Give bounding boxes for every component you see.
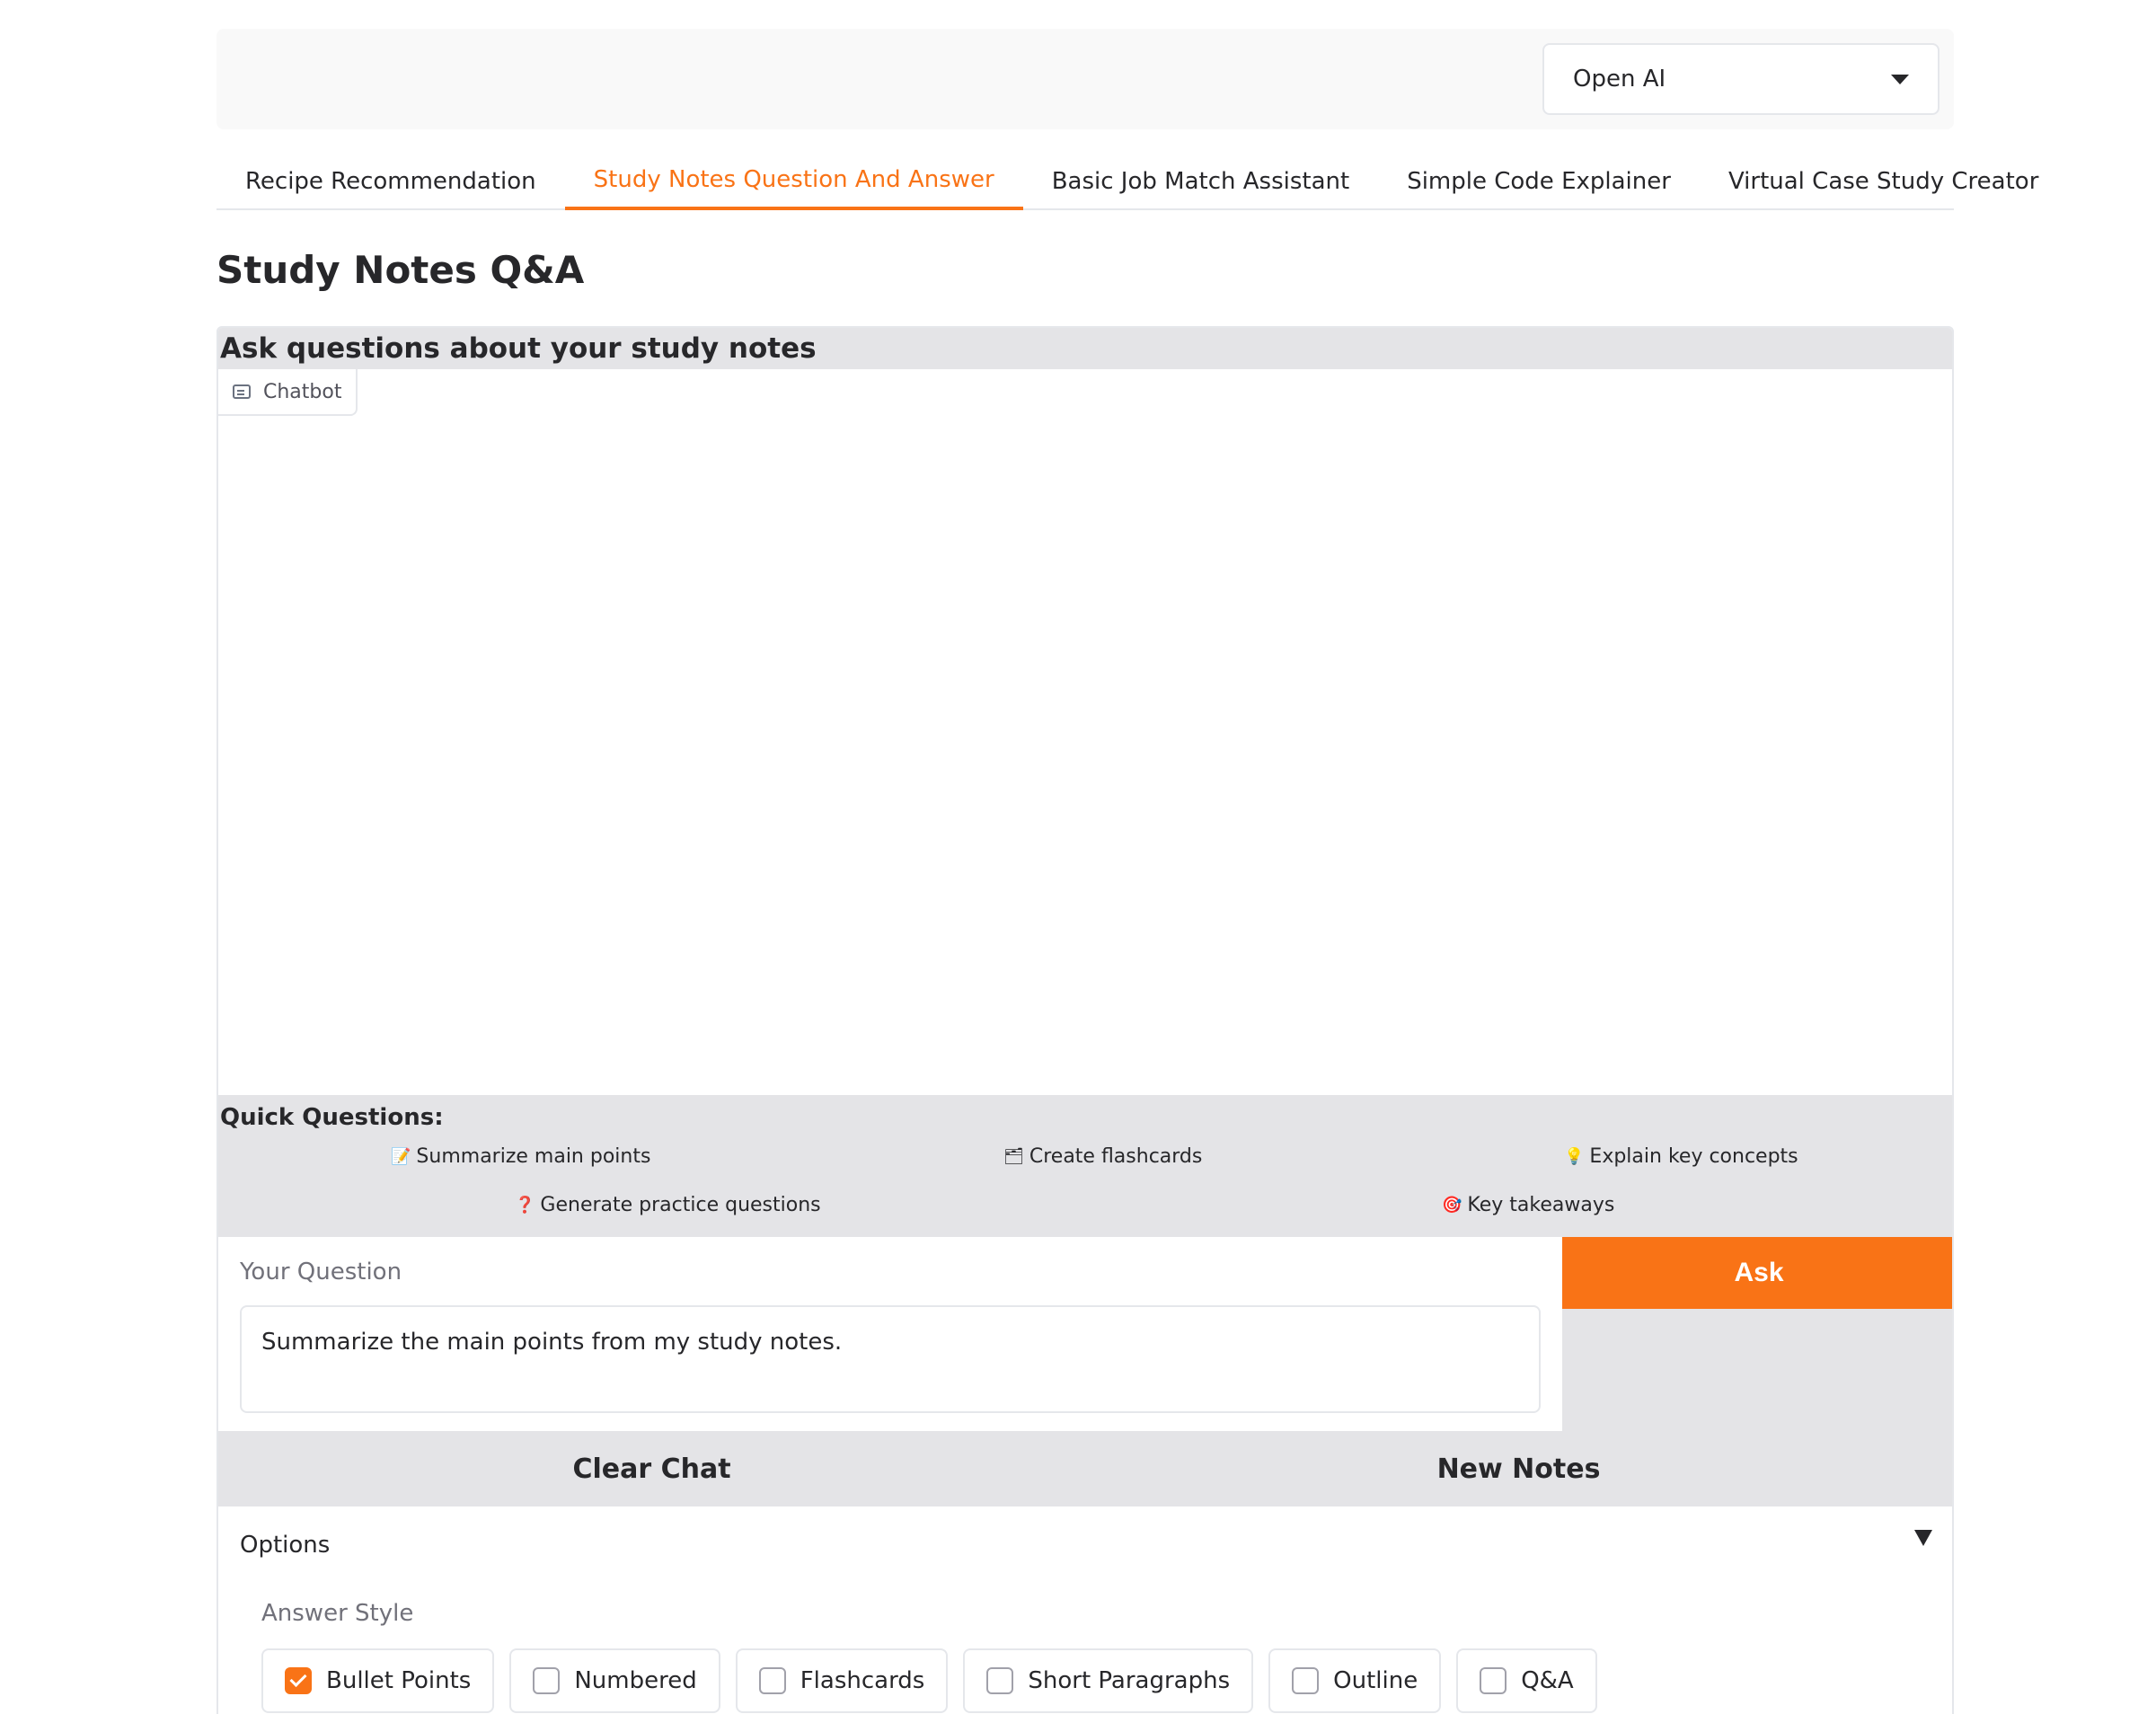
answer-style-label-text: Numbered xyxy=(574,1667,697,1694)
answer-style-qa[interactable]: Q&A xyxy=(1456,1648,1597,1713)
answer-style-label: Answer Style xyxy=(261,1600,414,1627)
answer-style-bullet-points[interactable]: Bullet Points xyxy=(261,1648,495,1713)
model-select-dropdown[interactable]: Open AI xyxy=(1542,43,1940,115)
ask-column: Ask xyxy=(1562,1237,1952,1431)
tab-study-notes-qa[interactable]: Study Notes Question And Answer xyxy=(564,153,1023,210)
quick-question-label: Key takeaways xyxy=(1467,1194,1615,1216)
clear-chat-button[interactable]: Clear Chat xyxy=(218,1431,1085,1506)
chatbot-label-text: Chatbot xyxy=(263,380,342,403)
answer-style-label-text: Bullet Points xyxy=(326,1667,472,1694)
chat-heading: Ask questions about your study notes xyxy=(218,328,1952,369)
action-button-row: Clear Chat New Notes xyxy=(218,1431,1952,1506)
checkbox-icon[interactable] xyxy=(986,1667,1014,1694)
tab-case-study-creator[interactable]: Virtual Case Study Creator xyxy=(1700,153,2067,210)
tab-bar: Recipe Recommendation Study Notes Questi… xyxy=(216,153,2038,210)
quick-question-key-concepts[interactable]: 💡 Explain key concepts xyxy=(1564,1145,1798,1168)
quick-question-takeaways[interactable]: 🎯 Key takeaways xyxy=(1442,1194,1614,1216)
answer-style-label-text: Outline xyxy=(1333,1667,1418,1694)
tab-job-match-assistant[interactable]: Basic Job Match Assistant xyxy=(1023,153,1379,210)
page-title: Study Notes Q&A xyxy=(216,248,585,292)
answer-style-label-text: Short Paragraphs xyxy=(1028,1667,1231,1694)
tab-code-explainer[interactable]: Simple Code Explainer xyxy=(1378,153,1700,210)
tab-recipe-recommendation[interactable]: Recipe Recommendation xyxy=(216,153,565,210)
answer-style-short-paragraphs[interactable]: Short Paragraphs xyxy=(963,1648,1254,1713)
quick-question-label: Explain key concepts xyxy=(1589,1145,1798,1168)
quick-questions-title: Quick Questions: xyxy=(220,1104,444,1131)
memo-icon: 📝 xyxy=(391,1147,411,1166)
checkbox-icon[interactable] xyxy=(1292,1667,1320,1694)
chatbot-label: Chatbot xyxy=(218,369,358,416)
question-label: Your Question xyxy=(240,1259,402,1286)
options-title[interactable]: Options xyxy=(240,1532,330,1559)
answer-style-numbered[interactable]: Numbered xyxy=(509,1648,720,1713)
quick-question-label: Summarize main points xyxy=(416,1145,651,1168)
checkbox-checked-icon[interactable] xyxy=(285,1667,312,1694)
question-mark-icon: ❓ xyxy=(515,1196,535,1215)
answer-style-label-text: Q&A xyxy=(1521,1667,1574,1694)
quick-question-flashcards[interactable]: 🗂 Create flashcards xyxy=(1003,1145,1202,1168)
quick-question-label: Create flashcards xyxy=(1029,1145,1203,1168)
quick-question-label: Generate practice questions xyxy=(540,1194,821,1216)
checkbox-icon[interactable] xyxy=(758,1667,786,1694)
target-icon: 🎯 xyxy=(1442,1196,1462,1215)
chat-icon xyxy=(233,384,251,399)
answer-style-group: Bullet Points Numbered Flashcards Short … xyxy=(261,1648,1597,1713)
answer-style-flashcards[interactable]: Flashcards xyxy=(735,1648,949,1713)
quick-question-summarize[interactable]: 📝 Summarize main points xyxy=(391,1145,650,1168)
question-input[interactable] xyxy=(240,1305,1541,1413)
card-index-icon: 🗂 xyxy=(1003,1147,1024,1166)
chatbot-area: Chatbot xyxy=(218,369,1952,1095)
answer-style-outline[interactable]: Outline xyxy=(1268,1648,1442,1713)
new-notes-button[interactable]: New Notes xyxy=(1085,1431,1952,1506)
quick-question-practice[interactable]: ❓ Generate practice questions xyxy=(515,1194,821,1216)
options-accordion: Options Answer Style Bullet Points Numbe… xyxy=(218,1506,1952,1714)
checkbox-icon[interactable] xyxy=(533,1667,561,1694)
checkbox-icon[interactable] xyxy=(1480,1667,1507,1694)
ask-button[interactable]: Ask xyxy=(1562,1237,1952,1309)
chevron-down-icon xyxy=(1891,74,1909,84)
triangle-down-icon[interactable] xyxy=(1914,1530,1932,1546)
model-select-value: Open AI xyxy=(1573,66,1666,93)
lightbulb-icon: 💡 xyxy=(1564,1147,1585,1166)
study-notes-panel: Ask questions about your study notes Cha… xyxy=(216,326,1954,1714)
question-box: Your Question xyxy=(218,1237,1562,1431)
answer-style-label-text: Flashcards xyxy=(800,1667,925,1694)
quick-questions: Quick Questions: 📝 Summarize main points… xyxy=(218,1095,1952,1237)
